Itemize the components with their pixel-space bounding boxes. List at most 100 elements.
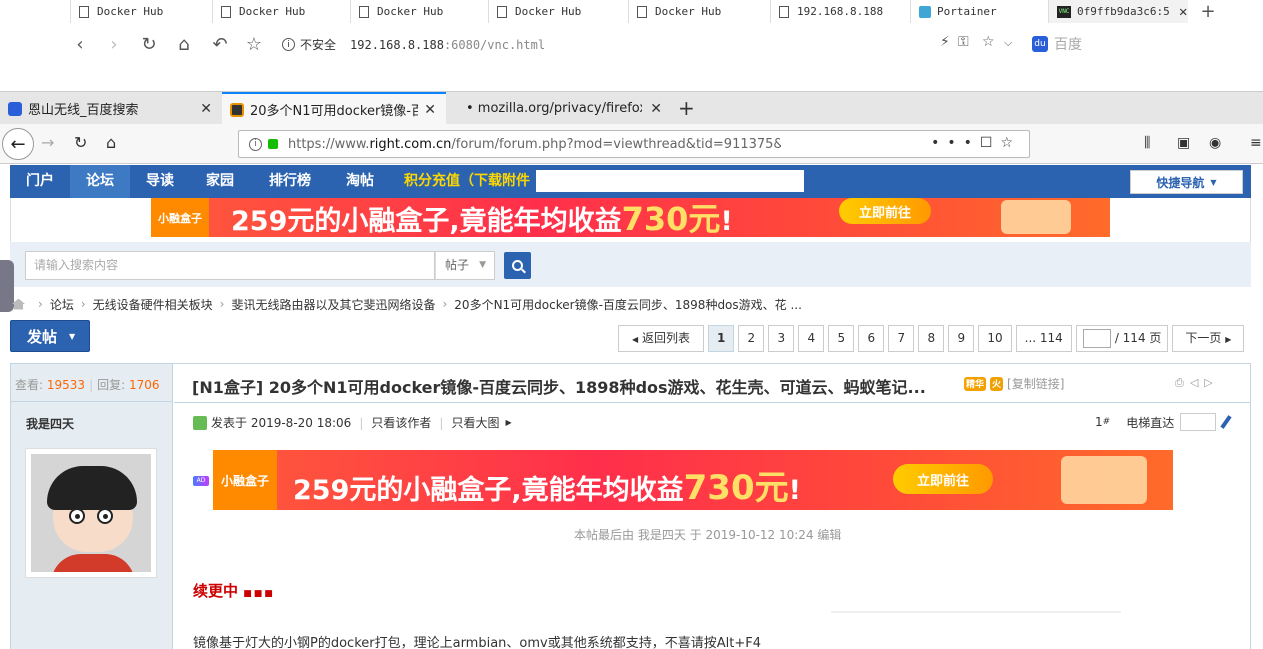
star-icon[interactable]: ☆ [244,34,264,55]
page-2[interactable]: 2 [738,325,765,352]
home-icon[interactable]: ⌂ [106,133,116,152]
sidebar-icon[interactable]: ▣ [1177,135,1190,151]
only-images-link[interactable]: 只看大图 [451,414,499,431]
new-tab-button[interactable]: + [678,96,695,120]
search-icon [512,260,523,271]
ad-logo: 小融盒子 [151,198,209,237]
page-4[interactable]: 4 [798,325,825,352]
next-thread-icon[interactable]: ▷ [1204,376,1218,389]
inner-address-bar[interactable]: i https://www. right.com.cn /forum/forum… [238,130,1030,158]
info-icon[interactable]: i [282,38,295,51]
outer-address-bar[interactable]: i 不安全 192.168.8.188 :6080/vnc.html [282,36,545,53]
prev-thread-icon[interactable]: ◁ [1190,376,1204,389]
outer-tab-docker-hub-2[interactable]: Docker Hub [212,0,350,23]
breadcrumb-board[interactable]: 无线设备硬件相关板块 [93,296,213,313]
page-7[interactable]: 7 [888,325,915,352]
page-8[interactable]: 8 [918,325,945,352]
nav-ranking[interactable]: 排行榜 [250,165,330,198]
page-jump-input[interactable] [1082,329,1111,348]
outer-tab-docker-hub-1[interactable]: Docker Hub [70,0,212,23]
inner-tab-forum[interactable]: 20多个N1可用docker镜像-百度 ✕ [222,92,446,125]
nav-home[interactable]: 家园 [190,165,250,198]
page-last[interactable]: ... 114 [1015,325,1072,352]
print-icon[interactable]: ⎙ [1175,376,1190,389]
nav-forum[interactable]: 论坛 [70,165,130,198]
search-button[interactable] [504,252,531,279]
redacted-area [536,170,804,192]
page-10[interactable]: 10 [978,325,1012,352]
reload-icon[interactable]: ↻ [74,133,87,152]
search-bar: 请输入搜索内容 帖子 ▼ [10,242,1251,287]
undo-icon[interactable]: ↶ [210,34,230,55]
page-1[interactable]: 1 [708,325,735,352]
breadcrumb-thread[interactable]: 20多个N1可用docker镜像-百度云同步、1898种dos游戏、花 ... [454,296,802,313]
home-icon[interactable]: ⌂ [174,34,194,55]
close-icon[interactable]: ✕ [1179,4,1187,20]
ad-cta-button[interactable]: 立即前往 [893,464,993,494]
breadcrumb-forum[interactable]: 论坛 [50,296,74,313]
thread-badges: 精华 火 [复制链接] [964,375,1064,392]
search-engine-box[interactable]: du 百度 [1032,34,1082,54]
next-page-button[interactable]: 下一页 ▶ [1172,325,1245,352]
forward-icon[interactable]: › [104,34,124,55]
new-post-button[interactable]: 发帖 ▼ [10,320,90,352]
close-icon[interactable]: ✕ [200,101,212,117]
outer-tab-docker-hub-4[interactable]: Docker Hub [488,0,628,23]
inner-tab-mozilla[interactable]: • mozilla.org/privacy/firefox ✕ [446,92,672,125]
outer-tab-docker-hub-3[interactable]: Docker Hub [350,0,488,23]
library-icon[interactable]: ⫼ [1144,135,1150,151]
ad-illustration [1001,200,1071,234]
nav-portal[interactable]: 门户 [10,165,70,198]
page-actions-icon[interactable]: •••☐☆ [931,135,1021,151]
back-to-list-button[interactable]: ◀ 返回列表 [618,325,704,352]
nav-collections[interactable]: 淘帖 [330,165,390,198]
only-author-link[interactable]: 只看该作者 [371,414,431,431]
page-9[interactable]: 9 [948,325,975,352]
elevator-input[interactable] [1180,413,1217,431]
search-input[interactable]: 请输入搜索内容 [25,251,435,280]
file-icon [637,5,647,18]
forward-icon[interactable]: → [41,133,54,152]
floor-info: 1 # 电梯直达 [1095,413,1232,431]
quick-nav-button[interactable]: 快捷导航 ▼ [1130,170,1243,194]
info-icon[interactable]: i [249,137,262,151]
ad-cta-button[interactable]: 立即前往 [839,198,931,224]
back-icon[interactable]: ← [2,128,34,160]
nav-points-recharge[interactable]: 积分充值（下载附件 [404,165,536,198]
menu-icon[interactable]: ≡ [1250,135,1262,151]
bolt-icon[interactable]: ⚡ [940,34,950,50]
outer-tab-ip[interactable]: 192.168.8.188 [770,0,910,23]
page-3[interactable]: 3 [768,325,795,352]
security-label: 不安全 [300,38,337,52]
new-tab-button[interactable]: + [1198,0,1218,23]
close-icon[interactable]: ✕ [650,101,662,117]
page-5[interactable]: 5 [828,325,855,352]
star-icon[interactable]: ☆ [982,34,995,50]
copy-link[interactable]: [复制链接] [1007,375,1064,392]
chevron-down-icon[interactable]: ⌵ [1004,36,1012,50]
back-icon[interactable]: ‹ [70,34,90,55]
inner-tab-baidu[interactable]: 恩山无线_百度搜索 ✕ [0,92,222,125]
top-ad-banner[interactable]: 小融盒子 259元的小融盒子,竟能年均收益730元! 立即前往 [151,198,1110,237]
outer-tab-vnc[interactable]: VNC 0f9ffb9da3c6:5 ✕ [1048,0,1188,23]
home-icon[interactable] [12,298,25,310]
key-icon[interactable]: ⚿ [958,34,969,50]
breadcrumb-separator: › [80,297,86,311]
close-icon[interactable]: ✕ [424,102,436,118]
breadcrumb-subboard[interactable]: 斐讯无线路由器以及其它斐迅网络设备 [231,296,435,313]
page-6[interactable]: 6 [858,325,885,352]
reload-icon[interactable]: ↻ [139,34,159,55]
avatar[interactable] [25,448,157,578]
inner-tab-label: 恩山无线_百度搜索 [28,103,139,118]
nav-guide[interactable]: 导读 [130,165,190,198]
account-icon[interactable]: ◉ [1209,135,1221,151]
post-ad-banner[interactable]: 小融盒子 259元的小融盒子,竟能年均收益730元! 立即前往 [213,450,1173,510]
outer-tab-label: Docker Hub [239,5,306,18]
outer-tab-portainer[interactable]: Portainer [910,0,1048,23]
author-name[interactable]: 我是四天 [26,415,74,432]
pen-icon[interactable] [1220,415,1232,429]
search-type-select[interactable]: 帖子 ▼ [435,251,495,280]
lock-icon[interactable] [268,139,278,149]
baidu-icon: du [1032,36,1048,52]
outer-tab-docker-hub-5[interactable]: Docker Hub [628,0,770,23]
